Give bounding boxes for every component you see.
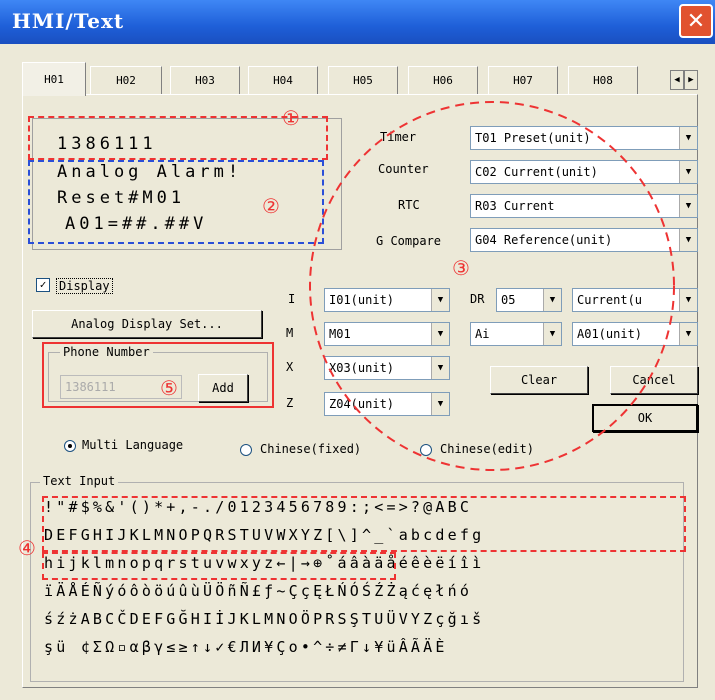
chinese-fixed-label: Chinese(fixed) xyxy=(260,442,362,456)
marker-3: ③ xyxy=(452,256,470,280)
tab-h07[interactable]: H07 xyxy=(488,66,558,94)
m-label: M xyxy=(286,326,294,340)
marker-1: ① xyxy=(282,106,300,130)
tab-h05[interactable]: H05 xyxy=(328,66,398,94)
tab-h08[interactable]: H08 xyxy=(568,66,638,94)
marker-4: ④ xyxy=(18,536,36,560)
annotation-box-5 xyxy=(42,342,274,408)
tab-h03[interactable]: H03 xyxy=(170,66,240,94)
marker-2: ② xyxy=(262,194,280,218)
char-row-6[interactable]: şü ¢ΣΩ▫αβγ≤≥↑↓✓€ЛИ¥Ço•^÷≠Γ↓¥üÂÃÄÈ xyxy=(44,638,448,656)
chinese-edit-label: Chinese(edit) xyxy=(440,442,534,456)
marker-5: ⑤ xyxy=(160,376,178,400)
tab-left-arrow-icon[interactable]: ◀ xyxy=(670,70,684,90)
annotation-box-4b xyxy=(42,552,396,580)
char-row-4[interactable]: ïÄÅÉÑýóôòöúûùÜÖñÑ£ƒ~ÇçĘŁŃÓŚŹŻąćęłńó xyxy=(44,582,472,600)
tab-h06[interactable]: H06 xyxy=(408,66,478,94)
radio-chinese-edit[interactable] xyxy=(420,444,432,456)
close-button[interactable]: ✕ xyxy=(679,4,713,38)
annotation-circle-3 xyxy=(309,101,675,471)
tab-h02[interactable]: H02 xyxy=(90,66,162,94)
radio-chinese-fixed[interactable] xyxy=(240,444,252,456)
i-label: I xyxy=(288,292,296,306)
x-label: X xyxy=(286,360,294,374)
tab-h04[interactable]: H04 xyxy=(248,66,318,94)
tab-h01[interactable]: H01 xyxy=(22,62,86,96)
z-label: Z xyxy=(286,396,294,410)
text-input-label: Text Input xyxy=(40,474,119,488)
tab-strip: H01 H02 H03 H04 H05 H06 H07 H08 ◀ ▶ xyxy=(22,62,698,96)
title-bar: HMI/Text ✕ xyxy=(0,0,715,44)
display-label: Display xyxy=(56,278,113,294)
radio-multi-language[interactable] xyxy=(64,440,76,452)
char-row-5[interactable]: śźżABCČDEFGĞHIİJKLMNOÖPRSŞTUÜVYZçğıš xyxy=(44,610,484,628)
multi-language-label: Multi Language xyxy=(82,438,184,452)
tab-right-arrow-icon[interactable]: ▶ xyxy=(684,70,698,90)
display-checkbox[interactable]: ✓ xyxy=(36,278,50,292)
annotation-box-4 xyxy=(42,496,686,552)
window-title: HMI/Text xyxy=(12,9,125,33)
tab-scroll: ◀ ▶ xyxy=(670,70,698,90)
analog-display-set-button[interactable]: Analog Display Set... xyxy=(32,310,262,338)
